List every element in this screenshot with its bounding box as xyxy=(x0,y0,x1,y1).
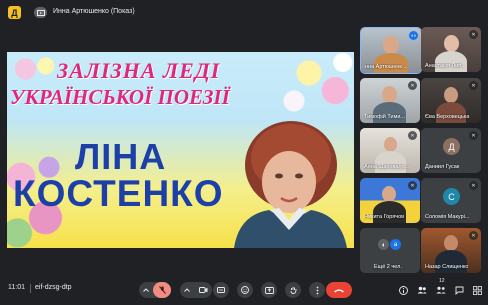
end-call-button[interactable] xyxy=(326,282,352,298)
participant-name: Єва Верховецька xyxy=(425,114,470,120)
mic-off-icon: ✕ xyxy=(469,181,478,190)
participant-tile[interactable]: ✕ Тимофій Тими... xyxy=(360,78,420,123)
camera-button[interactable] xyxy=(194,282,212,298)
participant-name: нна Артюшенк... xyxy=(365,64,407,70)
participant-name: Тимофій Тими... xyxy=(364,114,406,120)
presentation-icon xyxy=(34,7,47,18)
avatar: а xyxy=(390,239,401,250)
more-options-button[interactable] xyxy=(309,282,325,298)
mic-off-button[interactable] xyxy=(153,282,171,298)
speaking-indicator-icon: ◖◗ xyxy=(409,31,418,40)
activities-icon[interactable] xyxy=(471,284,483,296)
participant-tile[interactable]: ✕ Анна Шаповало... xyxy=(360,128,420,173)
chevron-up-icon[interactable] xyxy=(141,282,151,298)
app-logo[interactable]: Д xyxy=(8,6,21,19)
avatar-mini xyxy=(378,239,389,250)
mic-off-icon: ✕ xyxy=(469,131,478,140)
more-participants-tile[interactable]: а Ещё 2 чел. xyxy=(360,228,420,273)
participant-name: Анна Шаповало... xyxy=(364,164,410,170)
participant-tile[interactable]: ✕ Назар Слищенко xyxy=(421,228,481,273)
camera-control xyxy=(180,282,212,298)
avatar: С xyxy=(443,188,460,205)
presentation-slide: ЗАЛІЗНА ЛЕДІ УКРАЇНСЬКОЇ ПОЕЗІЇ ЛІНА КОС… xyxy=(7,52,354,248)
mic-off-icon: ✕ xyxy=(469,81,478,90)
participant-name: Анастасія Лип... xyxy=(425,63,466,69)
bottom-bar: 11:01 eif-dzsg-dtp 12 xyxy=(0,275,488,305)
top-bar: Д Инна Артюшенко (Показ) xyxy=(0,0,488,26)
chat-icon[interactable] xyxy=(453,284,465,296)
more-participants-label: Ещё 2 чел. xyxy=(374,264,402,270)
info-icon[interactable] xyxy=(397,284,409,296)
present-screen-button[interactable] xyxy=(261,282,277,298)
participant-tile[interactable]: ✕ Анастасія Лип... xyxy=(421,27,481,72)
mic-off-icon: ✕ xyxy=(469,30,478,39)
participant-tile[interactable]: Д ✕ Даниил Гусак xyxy=(421,128,481,173)
mic-off-icon: ✕ xyxy=(408,81,417,90)
meeting-code: eif-dzsg-dtp xyxy=(35,284,72,291)
slide-title-line-1: ЗАЛІЗНА ЛЕДІ xyxy=(57,58,221,83)
portrait-photo xyxy=(234,121,347,248)
participant-name: Соломія Макурі... xyxy=(425,214,470,220)
emoji-button[interactable] xyxy=(237,282,253,298)
raise-hand-button[interactable] xyxy=(285,282,301,298)
people-icon[interactable] xyxy=(416,284,428,296)
meeting-time: 11:01 xyxy=(8,284,25,291)
captions-button[interactable] xyxy=(213,282,229,298)
participant-name: Даниил Гусак xyxy=(425,164,460,170)
mic-control xyxy=(139,282,171,298)
presenter-name: Инна Артюшенко (Показ) xyxy=(53,8,135,15)
mic-off-icon: ✕ xyxy=(469,231,478,240)
slide-name-line-1: ЛІНА xyxy=(75,136,167,177)
mic-off-icon: ✕ xyxy=(408,181,417,190)
flower-decoration xyxy=(12,54,57,84)
participant-name: Никита Горячов xyxy=(364,214,405,220)
slide-name-line-2: КОСТЕНКО xyxy=(13,173,224,214)
chevron-up-icon[interactable] xyxy=(182,282,192,298)
participant-tile[interactable]: С ✕ Соломія Макурі... xyxy=(421,178,481,223)
slide-title-line-2: УКРАЇНСЬКОЇ ПОЕЗІЇ xyxy=(10,85,230,109)
participant-name: Назар Слищенко xyxy=(425,264,469,270)
mic-off-icon: ✕ xyxy=(408,131,417,140)
avatar: Д xyxy=(443,138,460,155)
participant-tile[interactable]: ◖◗ нна Артюшенк... xyxy=(360,27,422,74)
people-list-icon[interactable] xyxy=(435,284,447,296)
divider xyxy=(30,284,31,293)
participant-tile[interactable]: ✕ Никита Горячов xyxy=(360,178,420,223)
participant-tile[interactable]: ✕ Єва Верховецька xyxy=(421,78,481,123)
